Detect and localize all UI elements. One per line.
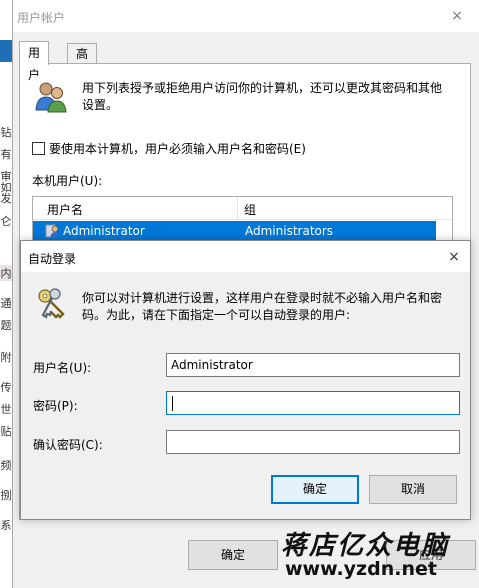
row-username: Administrator: [63, 224, 145, 238]
confirm-password-label: 确认密码(C):: [33, 438, 103, 452]
background-char: 传: [0, 381, 12, 394]
watermark-url: www.yzdn.net: [285, 558, 437, 580]
background-blue-bar: [0, 40, 12, 62]
keys-icon: [38, 288, 65, 319]
background-char: 钻: [0, 126, 12, 139]
window-title: 用户帐户: [17, 11, 66, 25]
dialog-description: 你可以对计算机进行设置，这样用户在登录时就不必输入用户名和密码。为此，请在下面指…: [82, 291, 443, 322]
password-label: 密码(P):: [33, 399, 78, 413]
tab-users[interactable]: 用户: [19, 41, 50, 82]
background-char: 系: [0, 519, 12, 532]
auto-logon-dialog: 自动登录 × 你可以对计算机进行设置，这样用户在登录时就不必输入用户名和密码。为…: [20, 240, 471, 520]
background-char: 通: [0, 297, 12, 310]
background-char: 贴: [0, 425, 12, 438]
dialog-ok-button[interactable]: 确定: [271, 475, 359, 504]
background-char: 捌: [0, 489, 12, 502]
background-char: 发: [0, 192, 12, 205]
column-header-username[interactable]: 用户名: [47, 201, 83, 218]
intro-text: 用下列表授予或拒绝用户访问你的计算机，还可以更改其密码和其他设置。: [82, 81, 443, 112]
column-divider[interactable]: [237, 197, 238, 219]
watermark-text: 蒋店亿众电脑: [281, 531, 450, 561]
require-password-row[interactable]: 要使用本计算机，用户必须输入用户名和密码(E): [32, 140, 306, 157]
background-char: 附: [0, 351, 12, 364]
username-label: 用户名(U):: [33, 361, 92, 375]
close-icon[interactable]: ×: [434, 0, 479, 32]
dialog-cancel-button[interactable]: 取消: [369, 475, 457, 504]
dialog-titlebar[interactable]: 自动登录 ×: [21, 241, 470, 272]
background-app-strip: 钻 有 审 如 发 仑 内 通 题 附 传 世 贴 频 捌 系: [0, 0, 12, 588]
username-input[interactable]: Administrator: [166, 353, 460, 377]
dialog-title: 自动登录: [28, 252, 77, 266]
table-row[interactable]: Administrator Administrators: [33, 221, 436, 241]
require-password-checkbox[interactable]: [32, 142, 45, 155]
close-icon[interactable]: ×: [438, 241, 470, 272]
background-char: 有: [0, 148, 12, 161]
ok-button[interactable]: 确定: [188, 540, 278, 570]
column-header-group[interactable]: 组: [244, 201, 256, 218]
background-char: 仑: [0, 215, 12, 228]
user-icon: [45, 224, 60, 238]
tab-advanced[interactable]: 高级: [67, 43, 98, 81]
confirm-password-input[interactable]: [166, 430, 460, 454]
row-group: Administrators: [245, 224, 334, 238]
background-char: 世: [0, 403, 12, 416]
background-char: 题: [0, 319, 12, 332]
require-password-label: 要使用本计算机，用户必须输入用户名和密码(E): [49, 142, 306, 156]
local-users-label: 本机用户(U):: [32, 174, 103, 188]
background-char: 内: [0, 267, 12, 280]
background-char: 频: [0, 459, 12, 472]
password-input[interactable]: [166, 391, 460, 415]
text-caret: [172, 396, 173, 411]
window-titlebar[interactable]: 用户帐户 ×: [13, 0, 479, 32]
table-header: 用户名 组: [33, 197, 452, 220]
